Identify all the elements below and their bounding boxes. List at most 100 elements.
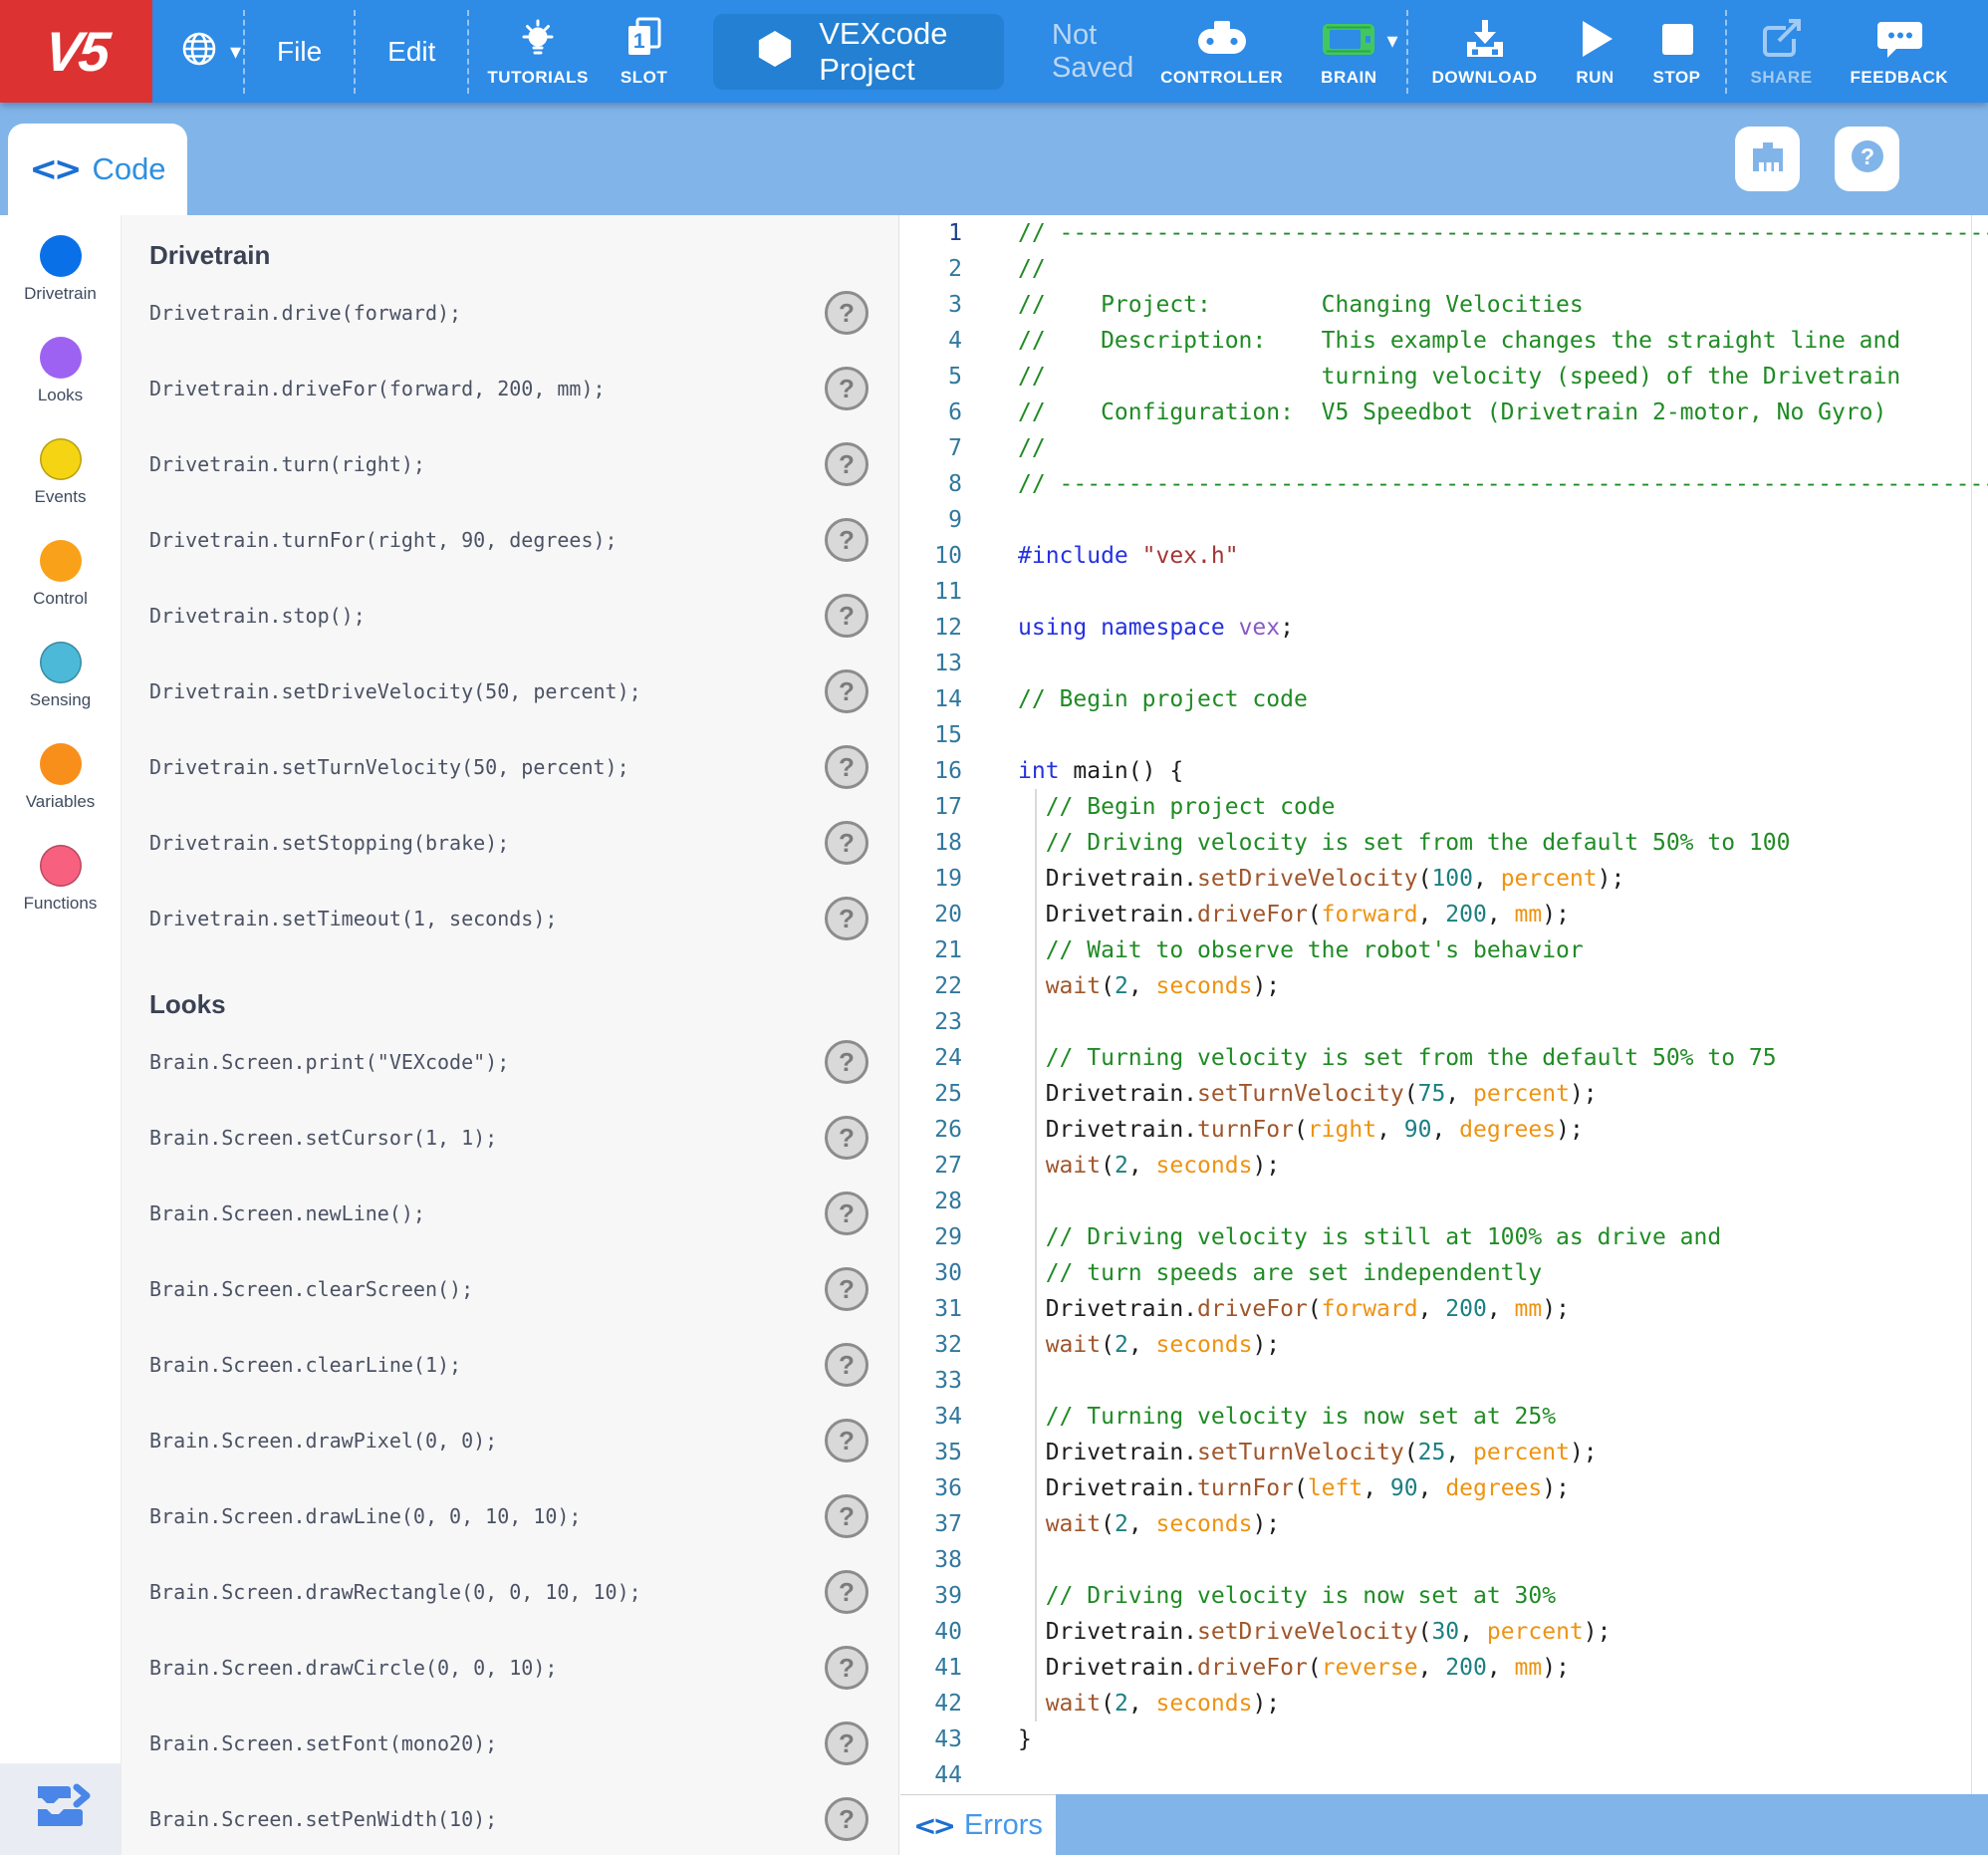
command-text[interactable]: Brain.Screen.drawRectangle(0, 0, 10, 10)… [149, 1580, 641, 1604]
command-help-button[interactable]: ? [825, 1192, 869, 1235]
code-text[interactable]: // Description: This example changes the… [1018, 323, 1900, 359]
code-text[interactable]: // Project: Changing Velocities [1018, 287, 1584, 323]
code-text[interactable]: Drivetrain. setDriveVelocity(100, percent… [1018, 861, 1624, 897]
editor-scrollbar[interactable] [1971, 215, 1972, 1794]
command-text[interactable]: Brain.Screen.setFont(mono20); [149, 1731, 497, 1755]
blocks-toggle-button[interactable] [0, 1763, 121, 1855]
command-help-button[interactable]: ? [825, 1797, 869, 1841]
sidebar-item-variables[interactable]: Variables [0, 739, 121, 841]
command-help-button[interactable]: ? [825, 1570, 869, 1614]
run-button[interactable]: RUN [1560, 16, 1631, 88]
code-text[interactable]: // Configuration: V5 Speedbot (Drivetrai… [1018, 395, 1886, 430]
code-text[interactable]: // Wait to observe the robot's behavior [1018, 932, 1584, 968]
code-editor[interactable]: 1 // ------------------------------------… [900, 215, 1988, 1855]
code-text[interactable]: wait(2, seconds); [1018, 1148, 1280, 1184]
command-text[interactable]: Brain.Screen.drawLine(0, 0, 10, 10); [149, 1504, 581, 1528]
code-text[interactable]: // Driving velocity is now set at 30% [1018, 1578, 1556, 1614]
feedback-button[interactable]: FEEDBACK [1835, 16, 1964, 88]
code-text[interactable]: // -------------------------------------… [1018, 466, 1988, 502]
code-text[interactable]: Drivetrain. setTurnVelocity(75, percent); [1018, 1076, 1598, 1112]
sidebar-item-functions[interactable]: Functions [0, 841, 121, 942]
command-text[interactable]: Drivetrain.drive(forward); [149, 301, 461, 325]
command-help-button[interactable]: ? [825, 897, 869, 940]
code-text[interactable]: Drivetrain. turnFor(left, 90, degrees); [1018, 1470, 1570, 1506]
code-text[interactable]: Drivetrain. setTurnVelocity(25, percent); [1018, 1435, 1598, 1470]
code-text[interactable]: // Turning velocity is set from the defa… [1018, 1040, 1777, 1076]
code-text[interactable]: // Driving velocity is still at 100% as … [1018, 1219, 1721, 1255]
help-button-global[interactable]: ? [1835, 127, 1899, 191]
code-text[interactable]: #include "vex.h" [1018, 538, 1239, 574]
language-button[interactable]: ▾ [178, 28, 241, 75]
sidebar-item-looks[interactable]: Looks [0, 333, 121, 434]
code-text[interactable]: // Begin project code [1018, 789, 1336, 825]
command-help-button[interactable]: ? [825, 442, 869, 486]
slot-button[interactable]: 1 SLOT [605, 16, 683, 88]
code-text[interactable]: // Begin project code [1018, 681, 1308, 717]
code-text[interactable]: Drivetrain. driveFor(forward, 200, mm); [1018, 897, 1570, 932]
command-text[interactable]: Brain.Screen.newLine(); [149, 1201, 425, 1225]
code-text[interactable]: int main() { [1018, 753, 1183, 789]
command-help-button[interactable]: ? [825, 1267, 869, 1311]
command-help-button[interactable]: ? [825, 1646, 869, 1690]
command-help-button[interactable]: ? [825, 1343, 869, 1387]
code-text[interactable]: } [1018, 1722, 1032, 1757]
command-text[interactable]: Brain.Screen.setCursor(1, 1); [149, 1126, 497, 1150]
code-text[interactable]: // -------------------------------------… [1018, 215, 1988, 251]
code-text[interactable]: // Turning velocity is now set at 25% [1018, 1399, 1556, 1435]
stop-button[interactable]: STOP [1637, 16, 1717, 88]
command-help-button[interactable]: ? [825, 1040, 869, 1084]
command-text[interactable]: Drivetrain.turn(right); [149, 452, 425, 476]
sidebar-item-events[interactable]: Events [0, 434, 121, 536]
code-text[interactable]: // Driving velocity is set from the defa… [1018, 825, 1790, 861]
command-text[interactable]: Brain.Screen.drawCircle(0, 0, 10); [149, 1656, 557, 1680]
tab-code[interactable]: <> Code [8, 124, 187, 215]
command-text[interactable]: Drivetrain.turnFor(right, 90, degrees); [149, 528, 618, 552]
command-text[interactable]: Drivetrain.setTurnVelocity(50, percent); [149, 755, 629, 779]
code-text[interactable]: wait(2, seconds); [1018, 968, 1280, 1004]
command-text[interactable]: Brain.Screen.setPenWidth(10); [149, 1807, 497, 1831]
device-info-button[interactable] [1735, 127, 1800, 191]
command-help-button[interactable]: ? [825, 1116, 869, 1160]
menu-file[interactable]: File [247, 36, 352, 68]
command-text[interactable]: Drivetrain.stop(); [149, 604, 366, 628]
code-text[interactable]: using namespace vex; [1018, 610, 1294, 646]
sidebar-item-control[interactable]: Control [0, 536, 121, 638]
download-button[interactable]: DOWNLOAD [1416, 16, 1554, 88]
tab-errors[interactable]: <> Errors [900, 1794, 1056, 1855]
code-text[interactable]: // turn speeds are set independently [1018, 1255, 1542, 1291]
code-text[interactable]: wait(2, seconds); [1018, 1327, 1280, 1363]
command-help-button[interactable]: ? [825, 367, 869, 410]
code-text[interactable]: // [1018, 430, 1046, 466]
sidebar-item-sensing[interactable]: Sensing [0, 638, 121, 739]
command-text[interactable]: Brain.Screen.print("VEXcode"); [149, 1050, 509, 1074]
code-text[interactable]: wait(2, seconds); [1018, 1686, 1280, 1722]
code-text[interactable]: // turning velocity (speed) of the Drive… [1018, 359, 1900, 395]
sidebar-item-drivetrain[interactable]: Drivetrain [0, 231, 121, 333]
command-help-button[interactable]: ? [825, 1722, 869, 1765]
command-text[interactable]: Drivetrain.driveFor(forward, 200, mm); [149, 377, 606, 400]
command-help-button[interactable]: ? [825, 821, 869, 865]
code-text[interactable]: Drivetrain. driveFor(forward, 200, mm); [1018, 1291, 1570, 1327]
code-text[interactable]: Drivetrain. turnFor(right, 90, degrees); [1018, 1112, 1584, 1148]
command-help-button[interactable]: ? [825, 745, 869, 789]
command-help-button[interactable]: ? [825, 1419, 869, 1462]
command-text[interactable]: Drivetrain.setStopping(brake); [149, 831, 509, 855]
brain-button[interactable]: BRAIN ▾ [1305, 16, 1398, 88]
code-text[interactable]: // [1018, 251, 1046, 287]
tutorials-button[interactable]: TUTORIALS [471, 16, 604, 88]
share-button[interactable]: SHARE [1735, 16, 1829, 88]
project-name-button[interactable]: VEXcode Project [713, 13, 1005, 90]
command-help-button[interactable]: ? [825, 594, 869, 638]
menu-edit[interactable]: Edit [358, 36, 465, 68]
command-help-button[interactable]: ? [825, 291, 869, 335]
controller-button[interactable]: CONTROLLER [1144, 16, 1299, 88]
command-text[interactable]: Drivetrain.setDriveVelocity(50, percent)… [149, 679, 641, 703]
command-text[interactable]: Drivetrain.setTimeout(1, seconds); [149, 907, 557, 930]
code-text[interactable]: wait(2, seconds); [1018, 1506, 1280, 1542]
command-help-button[interactable]: ? [825, 518, 869, 562]
code-text[interactable]: Drivetrain. driveFor(reverse, 200, mm); [1018, 1650, 1570, 1686]
command-text[interactable]: Brain.Screen.clearLine(1); [149, 1353, 461, 1377]
command-text[interactable]: Brain.Screen.clearScreen(); [149, 1277, 473, 1301]
command-help-button[interactable]: ? [825, 1494, 869, 1538]
code-text[interactable]: Drivetrain. setDriveVelocity(30, percent)… [1018, 1614, 1611, 1650]
